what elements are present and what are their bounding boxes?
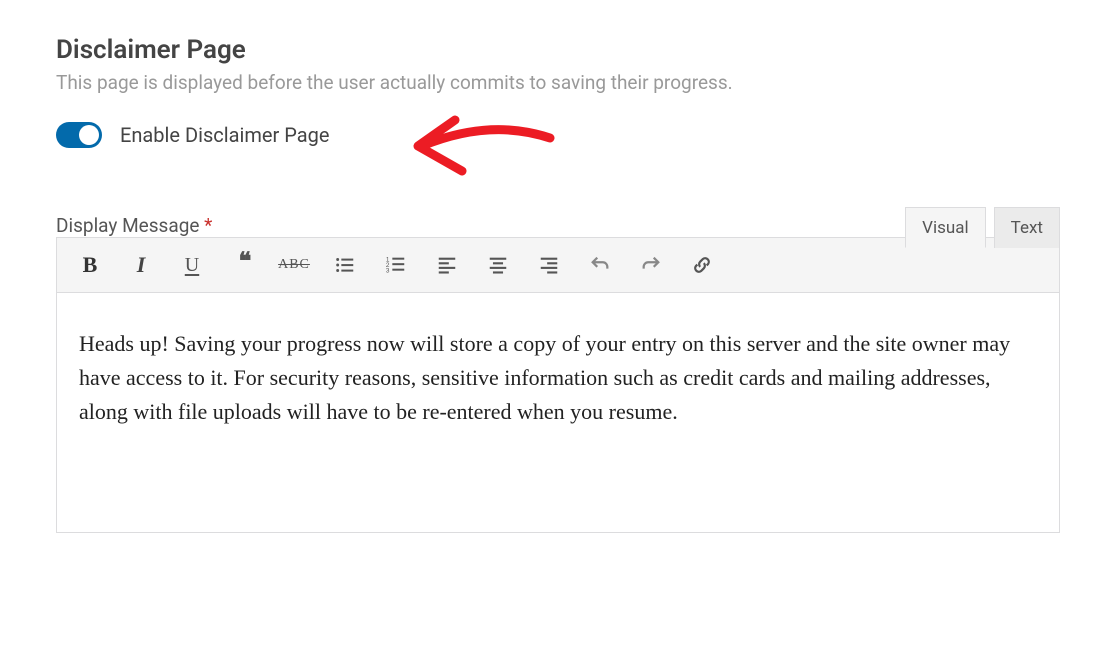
- section-title: Disclaimer Page: [56, 35, 1060, 65]
- editor-content[interactable]: Heads up! Saving your progress now will …: [56, 293, 1060, 533]
- toggle-knob: [79, 125, 99, 145]
- undo-button[interactable]: [585, 250, 615, 280]
- tab-visual[interactable]: Visual: [905, 207, 985, 248]
- italic-button[interactable]: I: [126, 250, 156, 280]
- display-message-label: Display Message *: [56, 214, 212, 237]
- enable-disclaimer-toggle[interactable]: [56, 122, 102, 148]
- blockquote-button[interactable]: ❝: [228, 250, 258, 280]
- tab-text[interactable]: Text: [994, 207, 1060, 248]
- field-label-text: Display Message: [56, 214, 199, 237]
- numbered-list-button[interactable]: 123: [381, 250, 411, 280]
- editor: B I U ❝ ABC 123 Heads up! Saving your pr…: [56, 237, 1060, 533]
- underline-button[interactable]: U: [177, 250, 207, 280]
- redo-button[interactable]: [636, 250, 666, 280]
- enable-disclaimer-row: Enable Disclaimer Page: [56, 122, 1060, 148]
- strikethrough-button[interactable]: ABC: [279, 250, 309, 280]
- bold-button[interactable]: B: [75, 250, 105, 280]
- align-right-button[interactable]: [534, 250, 564, 280]
- bullet-list-button[interactable]: [330, 250, 360, 280]
- link-button[interactable]: [687, 250, 717, 280]
- svg-text:3: 3: [386, 267, 390, 274]
- enable-disclaimer-label: Enable Disclaimer Page: [120, 123, 329, 147]
- section-description: This page is displayed before the user a…: [56, 71, 1060, 94]
- align-center-button[interactable]: [483, 250, 513, 280]
- editor-tabs: Visual Text: [905, 206, 1060, 247]
- required-indicator: *: [204, 214, 212, 237]
- align-left-button[interactable]: [432, 250, 462, 280]
